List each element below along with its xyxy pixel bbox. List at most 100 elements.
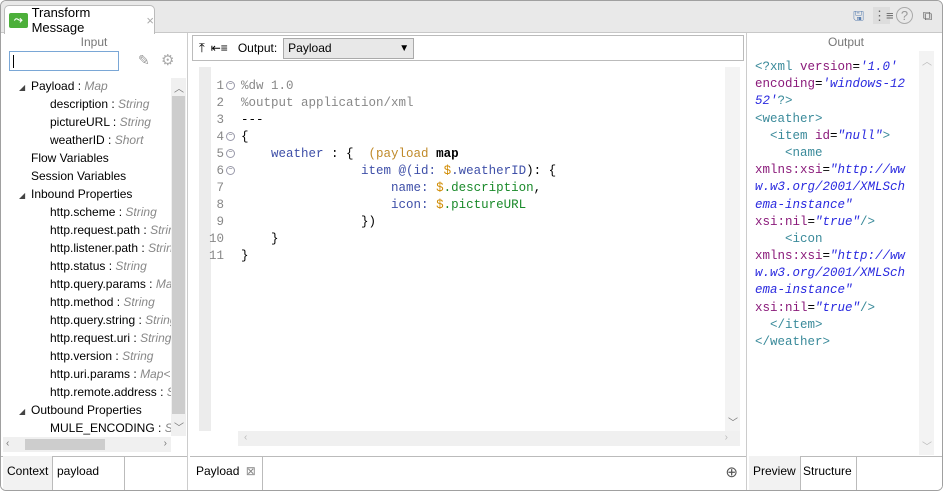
fold-icon[interactable]: − xyxy=(226,132,235,141)
tab-payload-input[interactable]: payload xyxy=(53,456,125,490)
tree-item-type: String xyxy=(122,349,154,363)
tree-item[interactable]: ◢ Outbound Properties xyxy=(1,401,171,419)
expand-triangle-icon[interactable]: ◢ xyxy=(19,403,31,421)
tree-horizontal-scrollbar[interactable]: ‹ › xyxy=(3,437,171,452)
tree-item[interactable]: pictureURL : String xyxy=(1,113,171,131)
editor-panel: ⤒ ⇤≡ Output: Payload ▼ 1− %dw 1.0 2 %outpu… xyxy=(190,33,747,490)
tree-item[interactable]: http.request.uri : String xyxy=(1,329,171,347)
tab-structure[interactable]: Structure xyxy=(799,456,857,490)
fold-icon[interactable]: − xyxy=(226,149,235,158)
tree-item-label: pictureURL xyxy=(50,115,110,129)
close-tab-icon[interactable]: ⊠ xyxy=(246,464,256,478)
fold-icon[interactable]: − xyxy=(226,81,235,90)
code-token: <weather> xyxy=(755,111,823,126)
tree-item[interactable]: MULE_ENCODING : String xyxy=(1,419,171,437)
gear-icon[interactable]: ⚙ xyxy=(161,51,174,69)
tree-vertical-scrollbar[interactable]: ︿ ﹀ xyxy=(171,78,186,436)
code-token: , xyxy=(533,181,542,195)
transform-icon: ⤳ xyxy=(9,12,28,28)
mapping-icon[interactable]: ⇤≡ xyxy=(211,41,228,55)
output-line: </weather> xyxy=(755,334,920,351)
output-line: ema-instance" xyxy=(755,197,920,214)
line-number: 1 xyxy=(216,79,224,93)
expand-triangle-icon[interactable]: ◢ xyxy=(19,187,31,205)
tree-item[interactable]: http.listener.path : String xyxy=(1,239,171,257)
output-line: ema-instance" xyxy=(755,282,920,299)
tree-item[interactable]: ◢ Payload : Map xyxy=(1,77,171,95)
code-token: ema-instance" xyxy=(755,197,853,212)
tree-item[interactable]: description : String xyxy=(1,95,171,113)
editor-horizontal-scrollbar[interactable]: ‹ › xyxy=(238,431,740,446)
line-number: 4 xyxy=(216,130,224,144)
tree-item[interactable]: http.uri.params : Map< xyxy=(1,365,171,383)
code-editor[interactable]: 1− %dw 1.0 2 %output application/xml 3 ---… xyxy=(199,67,740,431)
tree-item-label: http.request.path xyxy=(50,223,141,237)
code-token: "null" xyxy=(837,128,883,143)
editor-vertical-scrollbar[interactable]: ﹀ xyxy=(725,67,740,431)
code-token: "http://ww xyxy=(830,163,906,178)
code-token: <name xyxy=(755,145,823,160)
tree-item-type: Map xyxy=(155,277,171,291)
tree-item-type: Short xyxy=(114,133,144,147)
tree-item[interactable]: Session Variables xyxy=(1,167,171,185)
tree-item[interactable]: Flow Variables xyxy=(1,149,171,167)
input-search-field[interactable] xyxy=(9,51,119,71)
tree-item[interactable]: http.method : String xyxy=(1,293,171,311)
close-tab-icon[interactable]: × xyxy=(146,13,154,28)
output-panel: Output <?xml version='1.0' encoding='wind… xyxy=(749,33,942,490)
code-token: = xyxy=(807,300,816,315)
fold-icon[interactable]: − xyxy=(226,166,235,175)
tab-payload-editor[interactable]: Payload ⊠ xyxy=(190,456,263,490)
code-line: 10 } xyxy=(199,231,556,248)
line-number: 8 xyxy=(216,198,224,212)
output-line: w.w3.org/2001/XMLSch xyxy=(755,265,920,282)
tree-item[interactable]: http.scheme : String xyxy=(1,203,171,221)
tree-item[interactable]: http.remote.address : String xyxy=(1,383,171,401)
tab-context[interactable]: Context xyxy=(3,456,54,490)
code-token: weather xyxy=(241,147,324,161)
help-icon[interactable]: ? xyxy=(896,7,913,24)
code-token: xmlns:xsi xyxy=(755,249,823,264)
line-number: 3 xyxy=(216,113,224,127)
code-line: 9 }) xyxy=(199,214,556,231)
tree-icon[interactable]: ⋮≡ xyxy=(873,7,894,24)
code-token: encoding xyxy=(755,77,816,92)
code-token: ?> xyxy=(777,94,793,109)
tree-item-type: String xyxy=(140,331,171,345)
tree-item[interactable]: http.version : String xyxy=(1,347,171,365)
code-token: </item> xyxy=(755,317,823,332)
tab-transform-message[interactable]: ⤳ Transform Message × xyxy=(4,5,155,35)
tree-item-label: Session Variables xyxy=(31,169,127,183)
code-token: = xyxy=(815,77,823,92)
output-vertical-scrollbar[interactable]: ︿ ﹀ xyxy=(919,51,934,455)
input-title: Input xyxy=(80,35,108,49)
output-select[interactable]: Payload ▼ xyxy=(283,37,415,59)
code-line: 3 --- xyxy=(199,112,556,129)
tree-item[interactable]: http.request.path : String xyxy=(1,221,171,239)
tree-item-type: Map xyxy=(84,79,108,93)
restore-icon[interactable]: ⧉ xyxy=(919,7,936,24)
code-token: item @(id: xyxy=(241,164,444,178)
tree-item-label: http.uri.params xyxy=(50,367,131,381)
tree-item[interactable]: weatherID : Short xyxy=(1,131,171,149)
add-icon[interactable]: ⊕ xyxy=(725,463,738,481)
line-number: 2 xyxy=(216,96,224,110)
tree-item-label: http.remote.address xyxy=(50,385,157,399)
tree-item[interactable]: http.status : String xyxy=(1,257,171,275)
expand-triangle-icon[interactable]: ◢ xyxy=(19,79,31,97)
tab-preview[interactable]: Preview xyxy=(749,456,801,490)
code-token: 'windows-12 xyxy=(822,77,906,92)
save-icon[interactable]: 🖫 xyxy=(850,7,867,24)
code-token: "true" xyxy=(815,300,861,315)
tree-item[interactable]: ◢ Inbound Properties xyxy=(1,185,171,203)
edit-icon[interactable]: ✎ xyxy=(138,52,150,69)
code-token: .description xyxy=(443,181,534,195)
upload-icon[interactable]: ⤒ xyxy=(199,40,205,56)
tree-item[interactable]: http.query.string : String xyxy=(1,311,171,329)
output-line: 52'?> xyxy=(755,93,920,110)
code-token: </weather> xyxy=(755,335,831,349)
tree-item-type: String xyxy=(148,241,171,255)
tree-item[interactable]: http.query.params : Map xyxy=(1,275,171,293)
output-line: xsi:nil="true"/> xyxy=(755,214,920,231)
line-number: 10 xyxy=(208,232,224,246)
